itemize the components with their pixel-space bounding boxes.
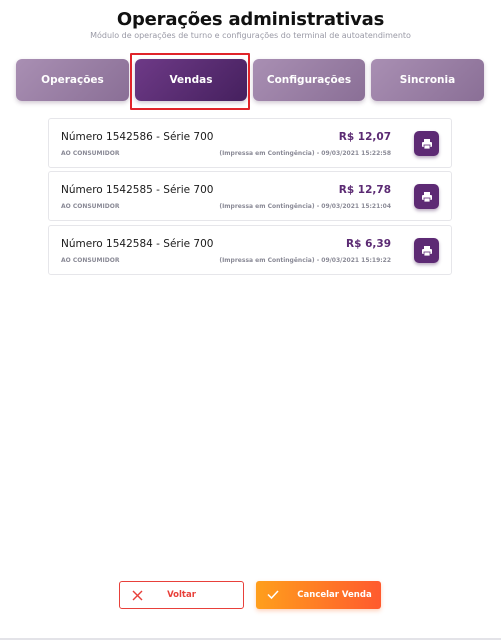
- tab-label: Operações: [41, 74, 104, 86]
- sale-status: (Impressa em Contingência) - 09/03/2021 …: [219, 257, 391, 264]
- sale-amount: R$ 12,07: [338, 131, 391, 143]
- print-button[interactable]: [414, 131, 439, 156]
- tab-configuracoes[interactable]: Configurações: [253, 59, 365, 101]
- tab-label: Sincronia: [399, 74, 456, 86]
- printer-icon: [421, 245, 432, 256]
- printer-icon: [421, 138, 432, 149]
- sale-amount: R$ 12,78: [338, 184, 391, 196]
- page-subtitle: Módulo de operações de turno e configura…: [90, 31, 411, 40]
- back-button-label: Voltar: [167, 590, 196, 600]
- active-tab-highlight: [130, 53, 250, 110]
- tab-sincronia[interactable]: Sincronia: [371, 59, 484, 101]
- sale-amount: R$ 6,39: [346, 238, 391, 250]
- sale-customer: AO CONSUMIDOR: [61, 150, 120, 157]
- sale-status: (Impressa em Contingência) - 09/03/2021 …: [219, 203, 391, 210]
- print-button[interactable]: [414, 184, 439, 209]
- sale-number: Número 1542585 - Série 700: [61, 184, 214, 196]
- page-title: Operações administrativas: [116, 9, 385, 30]
- sale-number: Número 1542586 - Série 700: [61, 131, 214, 143]
- tab-operacoes[interactable]: Operações: [16, 59, 129, 101]
- printer-icon: [421, 191, 432, 202]
- sale-customer: AO CONSUMIDOR: [61, 203, 120, 210]
- sale-card: Número 1542585 - Série 700 AO CONSUMIDOR…: [48, 171, 452, 221]
- sale-number: Número 1542584 - Série 700: [61, 238, 214, 250]
- print-button[interactable]: [414, 238, 439, 263]
- cancel-sale-button[interactable]: Cancelar Venda: [256, 581, 381, 609]
- sale-status: (Impressa em Contingência) - 09/03/2021 …: [219, 150, 391, 157]
- sale-customer: AO CONSUMIDOR: [61, 257, 120, 264]
- back-button[interactable]: Voltar: [119, 581, 244, 609]
- cancel-sale-button-label: Cancelar Venda: [297, 590, 372, 600]
- sale-card: Número 1542586 - Série 700 AO CONSUMIDOR…: [48, 118, 452, 168]
- tab-label: Configurações: [266, 74, 352, 86]
- sale-card: Número 1542584 - Série 700 AO CONSUMIDOR…: [48, 225, 452, 275]
